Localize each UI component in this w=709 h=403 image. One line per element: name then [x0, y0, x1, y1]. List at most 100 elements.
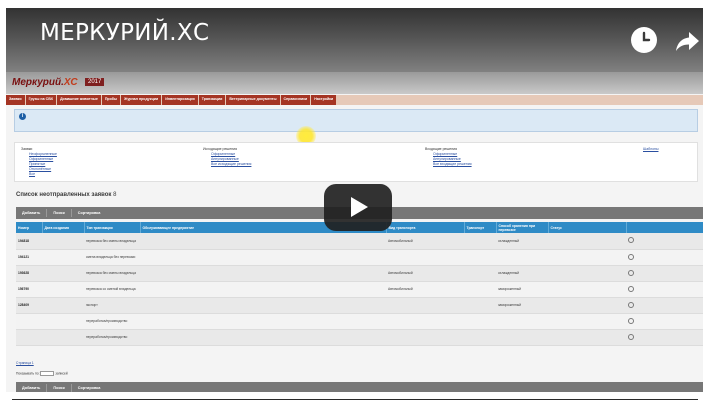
filter-link[interactable]: Все входящие решения [425, 162, 472, 167]
add-button[interactable]: Добавить [22, 386, 40, 390]
cell-company [140, 297, 386, 314]
view-icon[interactable] [628, 333, 634, 340]
cell-type: перевозка без смены владельца [84, 233, 140, 250]
cell-storage [496, 329, 548, 346]
share-button[interactable] [674, 28, 700, 54]
cell-status [548, 281, 626, 298]
cell-company [140, 265, 386, 282]
app-header: Меркурий.ХС 2017 [6, 72, 703, 94]
nav-tab[interactable]: Домашние животные [57, 95, 101, 105]
nav-tab[interactable]: Пробы [101, 95, 121, 105]
view-icon[interactable] [628, 269, 634, 276]
templates-link[interactable]: Шаблоны [635, 147, 658, 152]
view-icon[interactable] [628, 285, 634, 292]
info-icon: i [19, 113, 26, 120]
cell-storage: замороженный [496, 297, 548, 314]
column-header[interactable]: Статус [548, 222, 627, 233]
nav-tab[interactable]: Настройки [311, 95, 337, 105]
app-logo: Меркурий.ХС [12, 77, 78, 88]
cell-vehicle [464, 297, 496, 314]
sort-button[interactable]: Сортировка [78, 386, 101, 390]
cell-transport: Автомобильный [386, 233, 464, 250]
nav-tab[interactable]: Журнал продукции [121, 95, 162, 105]
row-action-cell [626, 313, 703, 330]
table-row[interactable]: 193628 перевозка без смены владельца Автом… [16, 265, 703, 282]
cell-num: 128409 [16, 297, 42, 314]
search-button[interactable]: Поиск [53, 386, 64, 390]
cell-date [42, 265, 84, 282]
cell-transport [386, 249, 464, 266]
column-header[interactable]: Вид транспорта [386, 222, 465, 233]
filter-link[interactable]: Все [21, 172, 57, 177]
filter-col-incoming: Входящие решения Оформленные Аннулированн… [425, 147, 472, 167]
sort-button[interactable]: Сортировка [78, 211, 101, 215]
list-count: 8 [113, 192, 117, 198]
nav-tab[interactable]: Инвентаризация [162, 95, 198, 105]
cell-num: 193628 [16, 265, 42, 282]
view-icon[interactable] [628, 301, 634, 308]
list-title-text: Список неотправленных заявок [16, 192, 112, 198]
view-icon[interactable] [628, 253, 634, 260]
column-header[interactable] [626, 222, 703, 233]
cell-vehicle [464, 313, 496, 330]
row-action-cell [626, 249, 703, 266]
video-player[interactable]: МЕРКУРИЙ.ХС Меркурий.ХС 2017 Заявки Грузы… [6, 8, 703, 392]
list-title: Список неотправленных заявок 8 [16, 192, 116, 198]
table-row[interactable]: 128409 экспорт замороженный [16, 297, 703, 314]
cell-num [16, 329, 42, 346]
cell-status [548, 233, 626, 250]
cell-date [42, 233, 84, 250]
filter-col-outgoing: Исходящие решения Оформленные Аннулирован… [203, 147, 251, 167]
cell-vehicle [464, 265, 496, 282]
clock-icon [633, 29, 655, 51]
year-badge: 2017 [85, 78, 105, 86]
cell-vehicle [464, 249, 496, 266]
nav-tab[interactable]: Транзакции [198, 95, 226, 105]
table-row[interactable]: переработка/производство [16, 313, 703, 330]
search-button[interactable]: Поиск [53, 211, 64, 215]
nav-tab[interactable]: Ветеринарные документы [226, 95, 280, 105]
toolbar-divider [46, 209, 48, 217]
nav-tab[interactable]: Грузы на СВХ [25, 95, 57, 105]
table-row[interactable]: переработка/производство [16, 329, 703, 346]
table-row[interactable]: 194121 смена владельца без перевозки [16, 249, 703, 266]
cell-company [140, 313, 386, 330]
cell-date [42, 329, 84, 346]
cell-type: смена владельца без перевозки [84, 249, 140, 266]
view-icon[interactable] [628, 317, 634, 324]
table-row[interactable]: 194818 перевозка без смены владельца Автом… [16, 233, 703, 250]
view-icon[interactable] [628, 237, 634, 244]
row-action-cell [626, 329, 703, 346]
cell-transport [386, 297, 464, 314]
row-action-cell [626, 281, 703, 298]
cell-storage: замороженный [496, 281, 548, 298]
column-header[interactable]: Тип транзакции [84, 222, 141, 233]
play-button[interactable] [324, 184, 392, 231]
cell-num: 194121 [16, 249, 42, 266]
nav-tab[interactable]: Заявки [6, 95, 25, 105]
column-header[interactable]: Транспорт [464, 222, 497, 233]
cell-num: 194818 [16, 233, 42, 250]
per-page-control: Показывать по: записей [16, 371, 68, 376]
video-title-bar: МЕРКУРИЙ.ХС [6, 8, 703, 72]
row-action-cell [626, 265, 703, 282]
per-page-select[interactable] [40, 371, 55, 376]
column-header[interactable]: Дата создания [42, 222, 85, 233]
watch-later-button[interactable] [631, 27, 657, 53]
toolbar-divider [70, 384, 72, 392]
filter-link[interactable]: Все исходящие решения [203, 162, 251, 167]
column-header[interactable]: Номер [16, 222, 43, 233]
filter-col-templates: Шаблоны [635, 147, 658, 152]
table-row[interactable]: 156790 перевозка со сменой владельца Автом… [16, 281, 703, 298]
cell-type: переработка/производство [84, 329, 140, 346]
pagination[interactable]: Страница 1 [16, 361, 34, 365]
cell-company [140, 329, 386, 346]
cell-num [16, 313, 42, 330]
column-header[interactable]: Способ хранения при перевозке [496, 222, 549, 233]
add-button[interactable]: Добавить [22, 211, 40, 215]
cell-type: экспорт [84, 297, 140, 314]
video-title[interactable]: МЕРКУРИЙ.ХС [40, 20, 209, 46]
nav-tab[interactable]: Справочники [280, 95, 311, 105]
share-arrow-icon [676, 32, 699, 51]
filter-panel: Заявки Неоформленные Оформленные Принятые О… [14, 142, 698, 182]
